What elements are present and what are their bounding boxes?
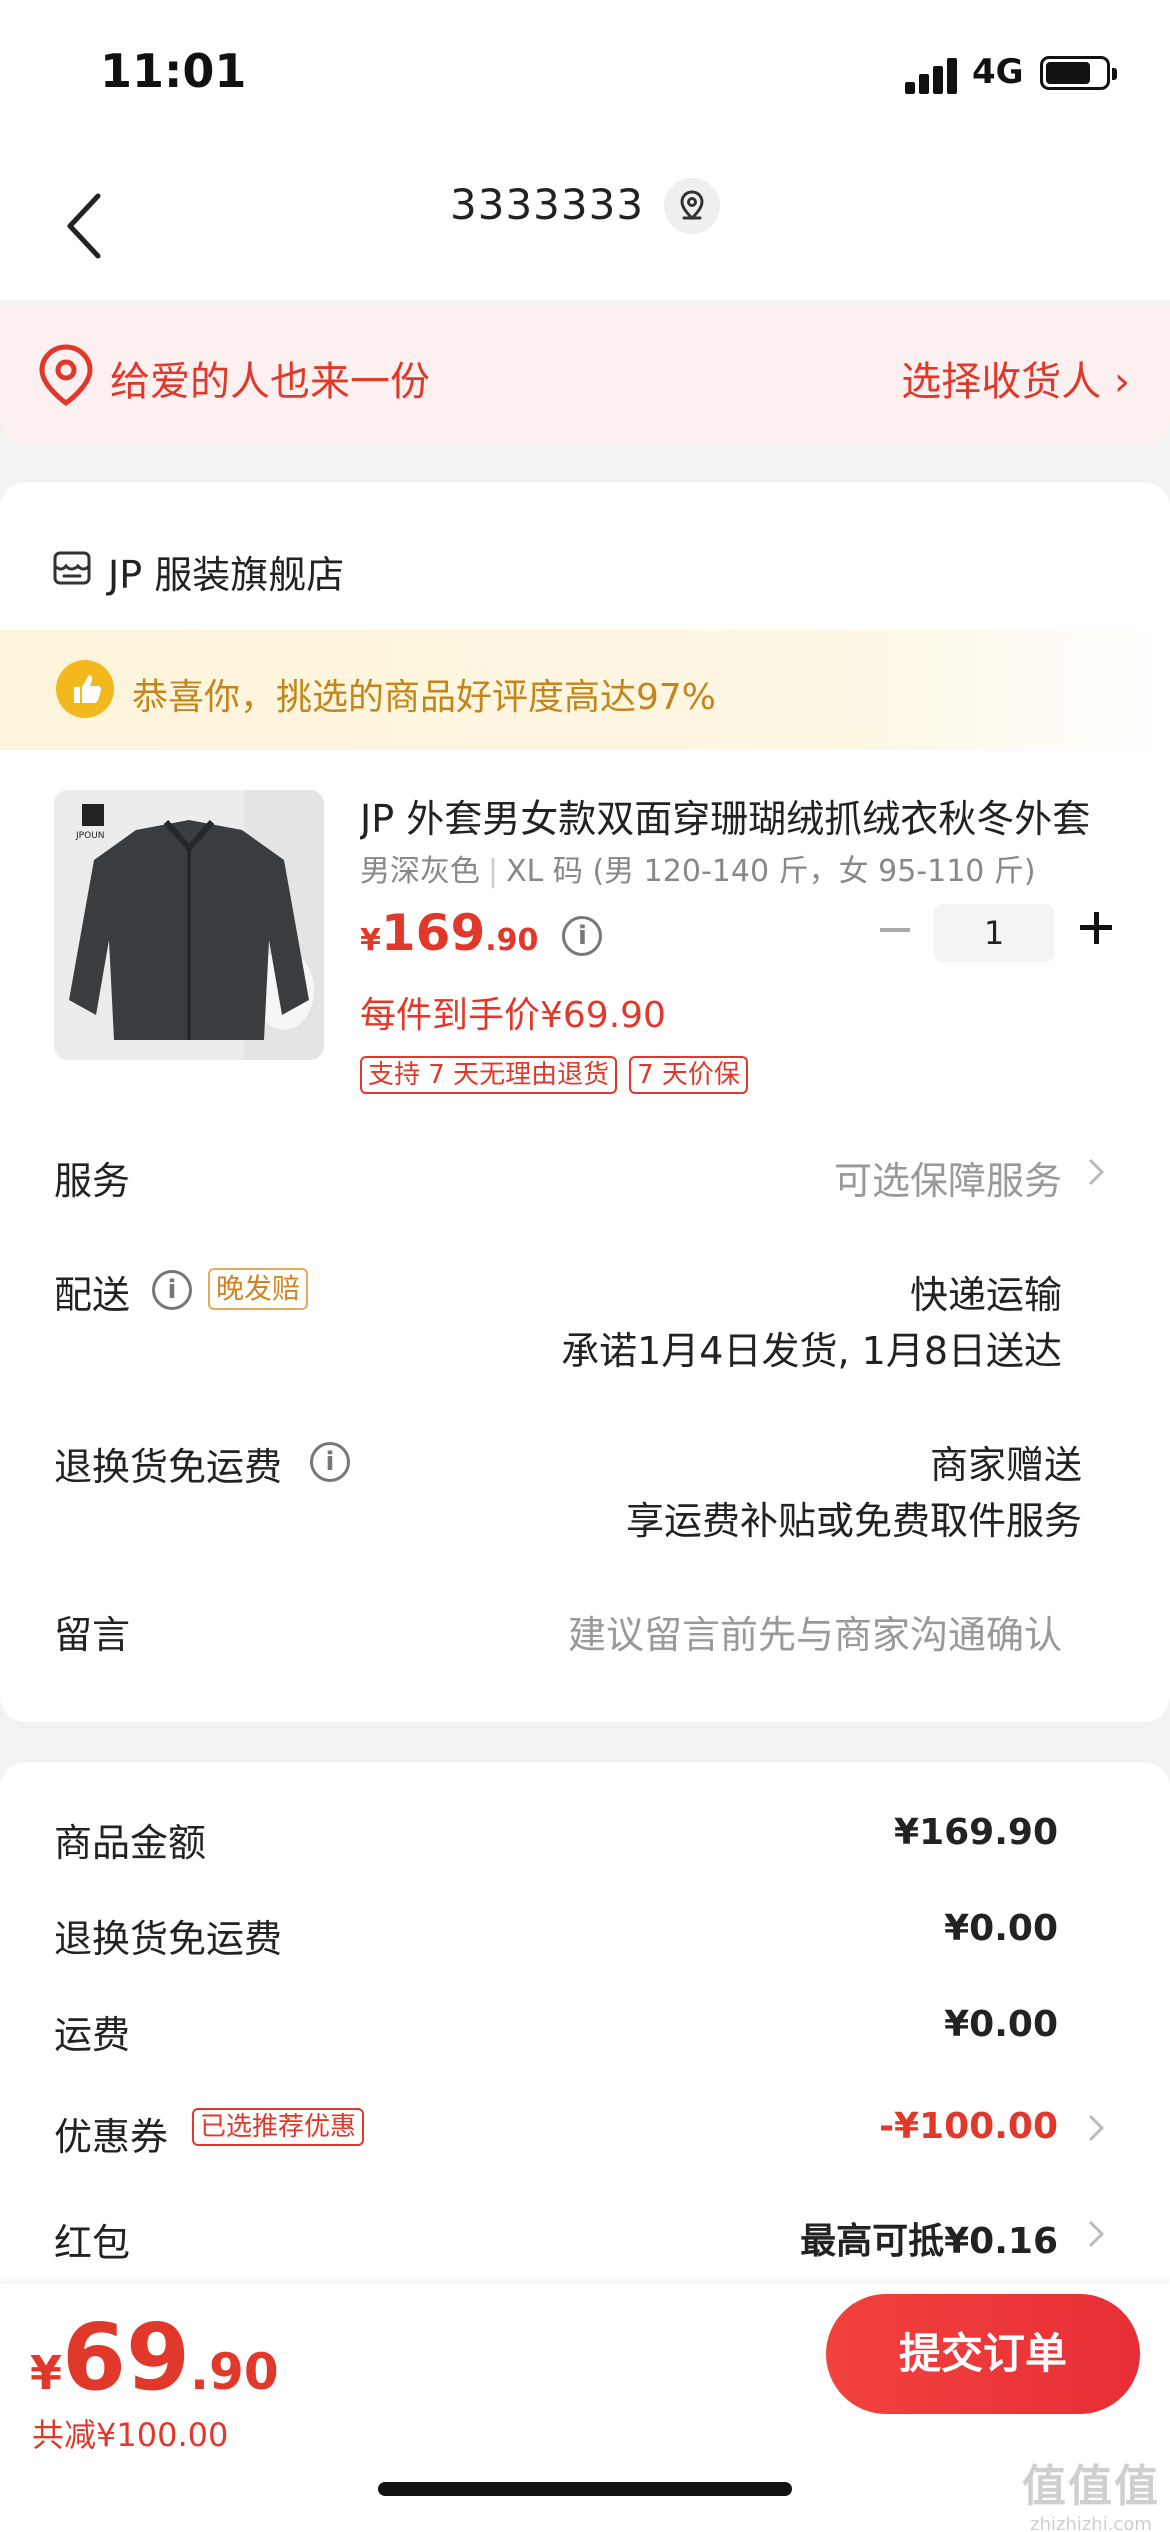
location-marker-icon <box>39 344 93 407</box>
praise-text: 恭喜你，挑选的商品好评度高达97% <box>132 677 717 718</box>
return-fee-value: ¥0.00 <box>944 1908 1058 1949</box>
redpacket-value[interactable]: 最高可抵¥0.16 <box>800 2212 1058 2264</box>
shipping-label: 运费 <box>54 2013 131 2057</box>
total-decimal: .90 <box>190 2343 279 2401</box>
service-value[interactable]: 可选保障服务 <box>834 1150 1062 1205</box>
status-time: 11:01 <box>100 44 247 98</box>
watermark-logo: 值值值 <box>1022 2461 1160 2512</box>
shipping-value: ¥0.00 <box>944 2004 1058 2045</box>
redpacket-label: 红包 <box>54 2221 131 2265</box>
quantity-increase-button[interactable] <box>1076 908 1116 948</box>
status-bar: 11:01 4G <box>0 0 1170 150</box>
product-image[interactable]: JPOUN <box>54 790 324 1060</box>
message-input[interactable]: 建议留言前先与商家沟通确认 <box>568 1604 1062 1659</box>
page-title: 3333333 <box>450 180 645 229</box>
price-integer: 169 <box>380 904 486 962</box>
message-label: 留言 <box>54 1613 131 1657</box>
price-decimal: .90 <box>485 923 539 958</box>
price-protect-tag: 7 天价保 <box>629 1056 748 1094</box>
coupon-label: 优惠券 <box>54 2115 169 2159</box>
service-label: 服务 <box>54 1159 131 1203</box>
chevron-right-icon <box>1088 2220 1105 2248</box>
product-title[interactable]: JP 外套男女款双面穿珊瑚绒抓绒衣秋冬外套 <box>360 788 1100 843</box>
network-label: 4G <box>972 52 1024 92</box>
delivery-method: 快递运输 <box>909 1273 1062 1317</box>
return-label: 退换货免运费 <box>54 1445 283 1489</box>
location-pin-icon <box>680 190 704 221</box>
jacket-image: JPOUN <box>54 790 324 1060</box>
return-value: 商家赠送 <box>929 1443 1082 1487</box>
product-color: 男深灰色 <box>360 854 480 889</box>
summary-card: 商品金额 ¥169.90 退换货免运费 ¥0.00 运费 ¥0.00 优惠券 已… <box>0 1762 1170 2322</box>
goods-amount-label: 商品金额 <box>54 1821 207 1865</box>
choose-recipient-link[interactable]: 选择收货人 › <box>901 349 1130 407</box>
gift-banner-text: 给爱的人也来一份 <box>110 359 430 405</box>
return-info-icon[interactable]: i <box>310 1442 350 1482</box>
chevron-left-icon <box>67 193 101 259</box>
quantity-input[interactable]: 1 <box>934 904 1054 962</box>
thumbs-up-icon <box>56 660 114 718</box>
total-integer: 69 <box>62 2304 191 2411</box>
delivery-label: 配送 <box>54 1273 131 1317</box>
total-price: ¥69.90 <box>30 2304 279 2411</box>
total-discount: 共减¥100.00 <box>32 2416 229 2454</box>
chevron-right-icon <box>1088 1158 1105 1186</box>
order-card: JP 服装旗舰店 恭喜你，挑选的商品好评度高达97% JPOUN JP 外套男女… <box>0 482 1170 1722</box>
watermark-url: zhizhizhi.com <box>1030 2514 1152 2532</box>
price-symbol: ¥ <box>360 923 381 958</box>
location-button[interactable] <box>664 178 720 234</box>
coupon-value[interactable]: -¥100.00 <box>879 2106 1058 2147</box>
return-fee-label: 退换货免运费 <box>54 1917 283 1961</box>
nav-bar: 3333333 <box>0 150 1170 300</box>
per-item-price: 每件到手价¥69.90 <box>360 995 666 1036</box>
product-price: ¥169.90 i <box>360 904 603 964</box>
delivery-promise: 承诺1月4日发货, 1月8日送达 <box>561 1329 1062 1373</box>
brand-logo-text: JPOUN <box>75 831 105 841</box>
late-compensation-tag: 晚发赔 <box>208 1268 309 1310</box>
watermark: 值值值 zhizhizhi.com <box>1016 2450 1166 2532</box>
product-tags: 支持 7 天无理由退货 7 天价保 <box>360 1056 760 1096</box>
home-indicator <box>378 2482 792 2496</box>
goods-amount-value: ¥169.90 <box>894 1812 1058 1853</box>
shop-icon <box>53 551 91 585</box>
price-info-icon[interactable]: i <box>562 916 603 956</box>
total-symbol: ¥ <box>30 2346 63 2400</box>
product-spec: 男深灰色 | XL 码 (男 120-140 斤，女 95-110 斤) <box>360 854 1036 889</box>
shop-name: JP 服装旗舰店 <box>108 553 345 597</box>
coupon-tag: 已选推荐优惠 <box>192 2108 365 2146</box>
return-desc: 享运费补贴或免费取件服务 <box>625 1499 1082 1543</box>
product-size: XL 码 (男 120-140 斤，女 95-110 斤) <box>506 854 1036 889</box>
praise-bar: 恭喜你，挑选的商品好评度高达97% <box>0 630 1170 750</box>
chevron-right-icon <box>1088 2114 1105 2142</box>
battery-icon <box>1040 56 1117 90</box>
submit-order-button[interactable]: 提交订单 <box>826 2294 1140 2414</box>
back-button[interactable] <box>56 176 116 276</box>
return-policy-tag: 支持 7 天无理由退货 <box>360 1056 618 1094</box>
signal-icon <box>905 58 959 94</box>
delivery-info-icon[interactable]: i <box>152 1270 192 1310</box>
gift-banner[interactable]: 给爱的人也来一份 选择收货人 › <box>0 305 1170 445</box>
quantity-decrease-button[interactable] <box>876 910 916 950</box>
